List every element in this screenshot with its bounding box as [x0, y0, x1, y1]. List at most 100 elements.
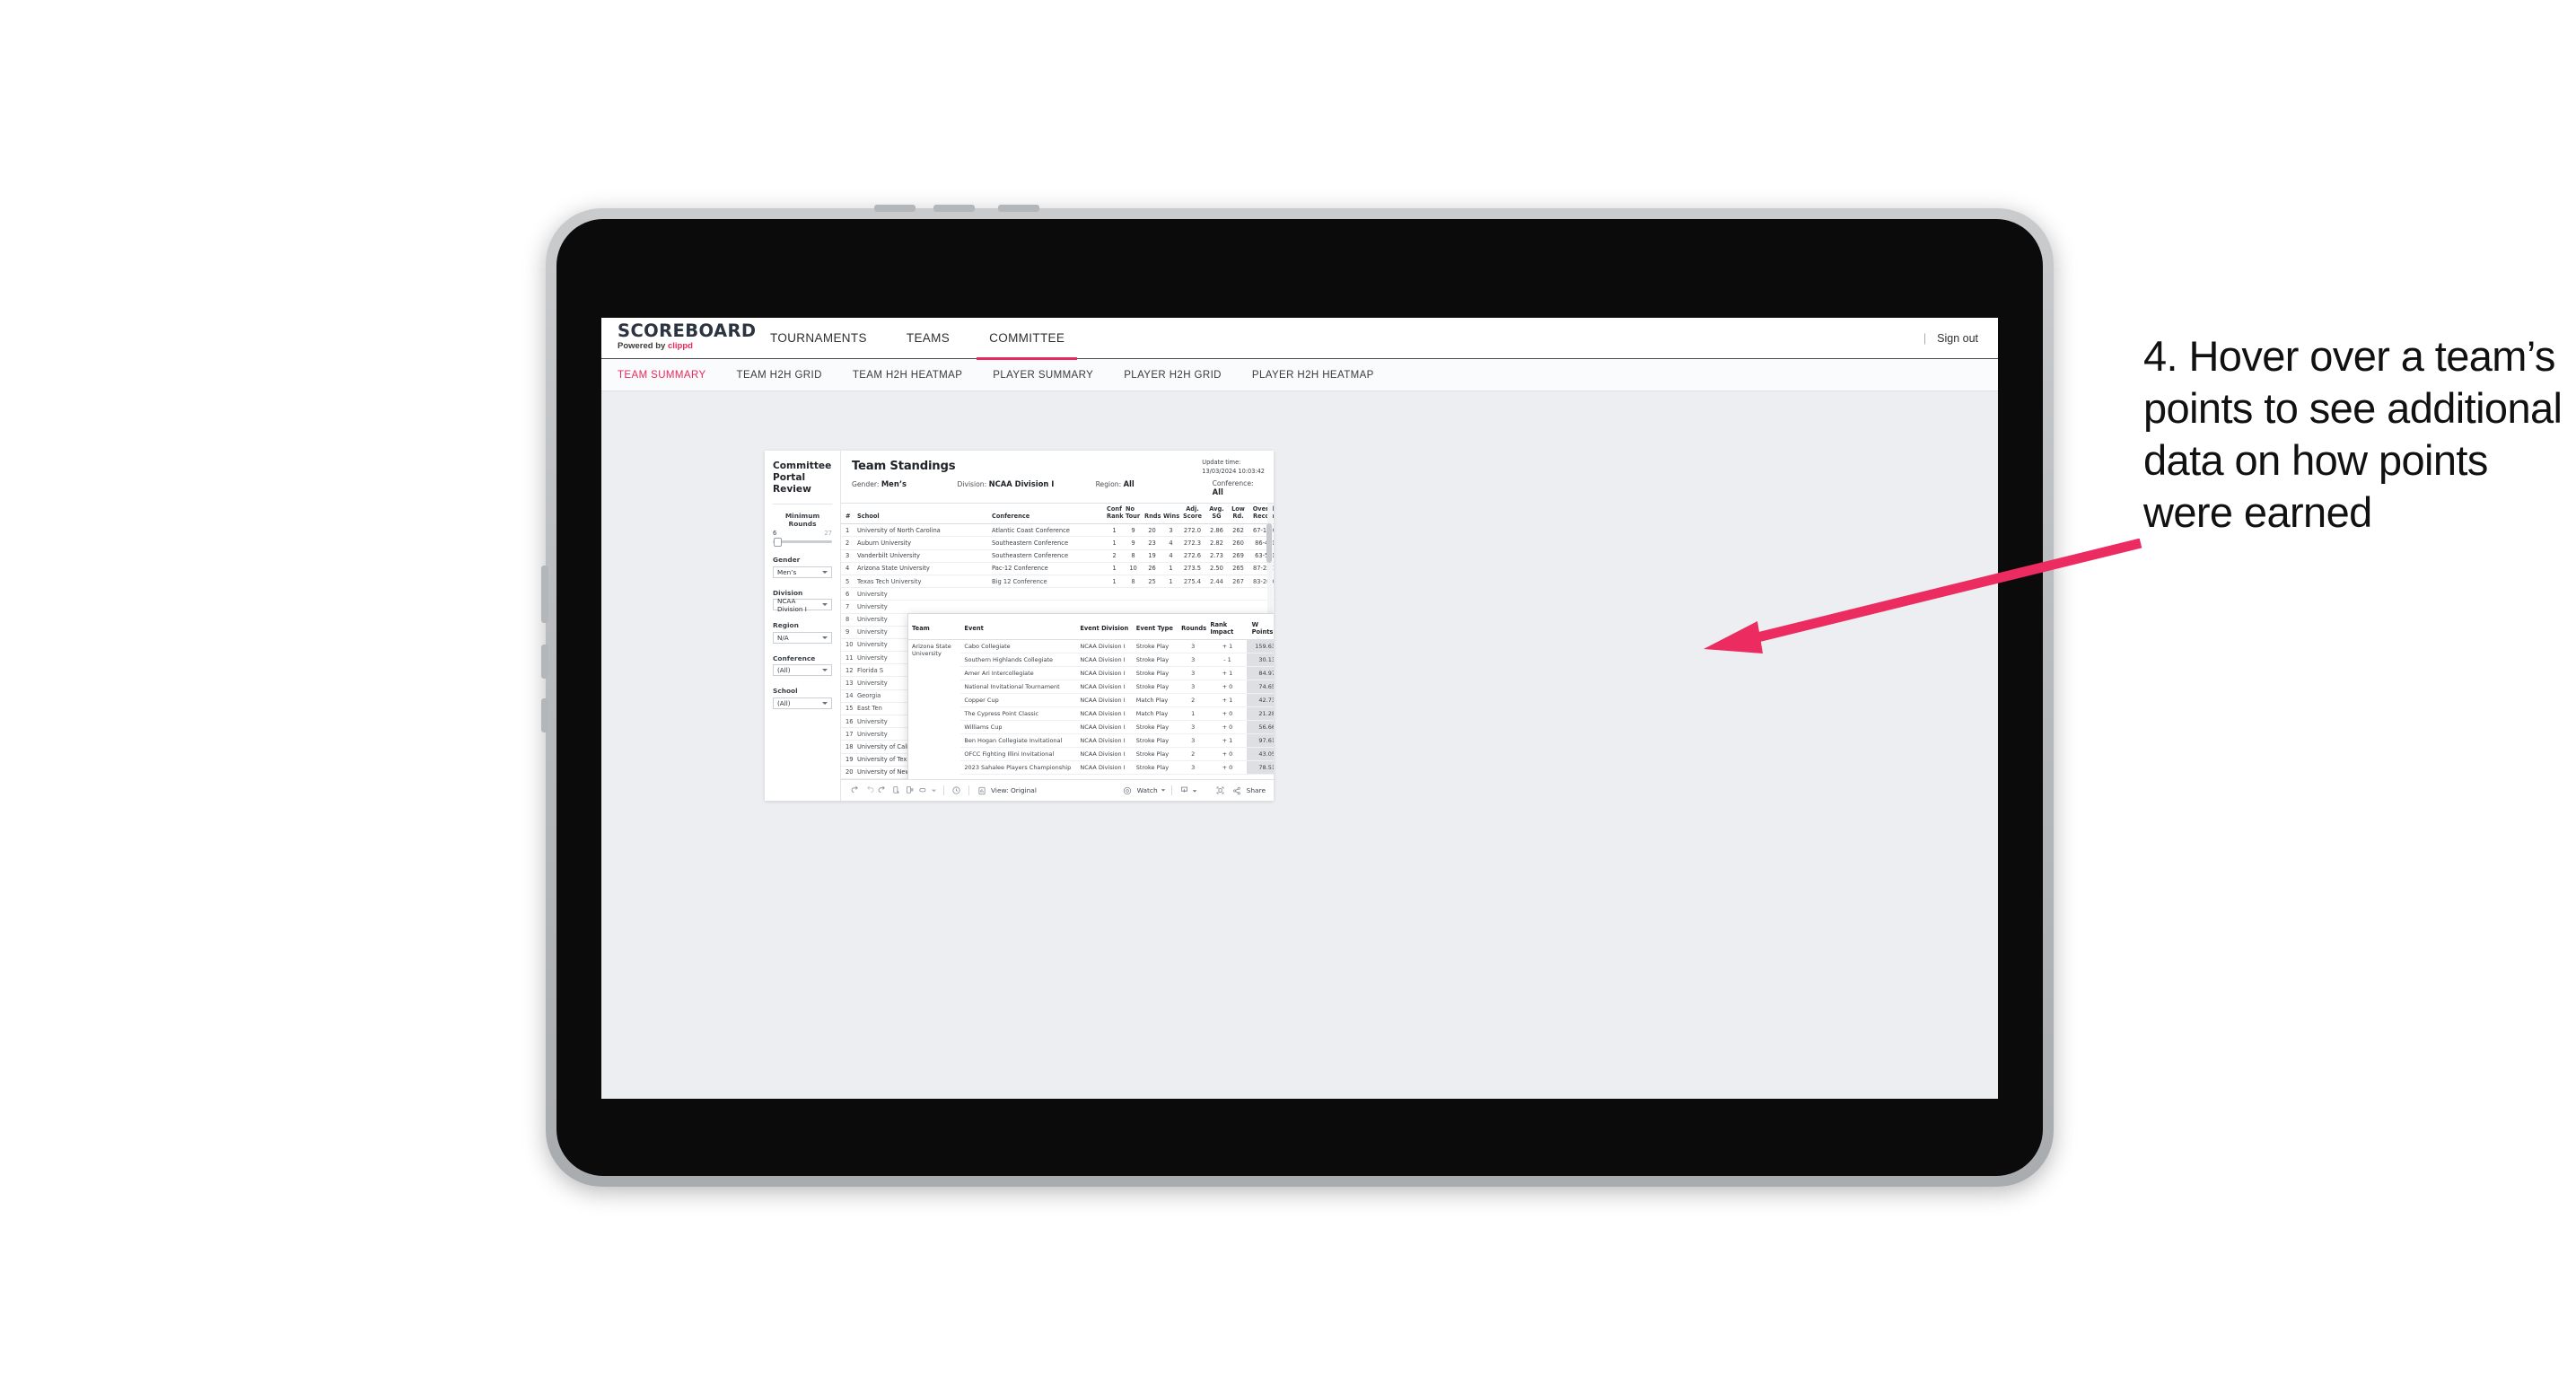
- nav-item-tournaments[interactable]: TOURNAMENTS: [750, 318, 887, 358]
- dashboard-card: Committee Portal Review Minimum Rounds 6…: [765, 451, 1274, 801]
- device-button-side-3[interactable]: [541, 698, 548, 732]
- toolbar-divider-4: [1205, 785, 1208, 795]
- table-row[interactable]: 1 University of North Carolina Atlantic Co…: [841, 523, 1274, 538]
- summary-region-key: Region:: [1095, 480, 1122, 488]
- row-rank: 17: [841, 727, 855, 741]
- filter-division: Division NCAA Division I: [773, 589, 832, 613]
- device-button-top-1[interactable]: [874, 205, 916, 212]
- share-button[interactable]: Share: [1231, 784, 1266, 797]
- col-no-tour[interactable]: No Tour: [1124, 504, 1143, 525]
- fullscreen-icon[interactable]: [1214, 784, 1227, 797]
- tooltip-rank-impact-cell: + 1: [1206, 639, 1247, 654]
- row-low-rd: 262: [1229, 523, 1248, 538]
- history-icon[interactable]: [950, 784, 963, 797]
- tab-team-h2h-heatmap[interactable]: TEAM H2H HEATMAP: [853, 370, 962, 381]
- tooltip-event-cell: 2023 Sahalee Players Championship: [960, 760, 1077, 775]
- tab-team-h2h-grid[interactable]: TEAM H2H GRID: [737, 370, 822, 381]
- pause-icon[interactable]: [903, 784, 916, 797]
- col-conference[interactable]: Conference: [990, 504, 1105, 525]
- device-button-side-2[interactable]: [541, 645, 548, 679]
- filter-school-select[interactable]: (All): [773, 697, 832, 709]
- slider-range-values: 6 27: [773, 530, 832, 537]
- tag-icon[interactable]: [916, 784, 930, 797]
- col-rank[interactable]: #: [841, 504, 855, 525]
- tab-team-summary[interactable]: TEAM SUMMARY: [618, 370, 706, 381]
- row-adj-score: 272.6: [1180, 549, 1205, 563]
- refresh-data-icon[interactable]: [889, 784, 903, 797]
- tooltip-rank-impact-cell: + 0: [1206, 760, 1247, 775]
- col-conf-rank[interactable]: Conf Rank: [1105, 504, 1124, 525]
- undo-icon[interactable]: [849, 784, 863, 797]
- nav-item-teams[interactable]: TEAMS: [887, 318, 969, 358]
- tab-player-h2h-grid[interactable]: PLAYER H2H GRID: [1124, 370, 1222, 381]
- download-icon[interactable]: [1178, 784, 1191, 797]
- row-low-rd: 267: [1229, 575, 1248, 589]
- table-row[interactable]: 2 Auburn University Southeastern Conferenc…: [841, 536, 1274, 550]
- tooltip-rounds-cell: 3: [1178, 733, 1207, 748]
- col-avg-sg[interactable]: Avg. SG: [1205, 504, 1229, 525]
- row-conf-rank: 1: [1105, 523, 1124, 538]
- row-no-tour: [1124, 587, 1143, 601]
- tooltip-event-division-cell: NCAA Division I: [1076, 653, 1133, 667]
- chevron-down-icon: [822, 636, 828, 639]
- dashboard-content-area: Committee Portal Review Minimum Rounds 6…: [601, 391, 1998, 1099]
- table-row[interactable]: 4 Arizona State University Pac-12 Conferen…: [841, 562, 1274, 575]
- view-original-button[interactable]: View: Original: [975, 784, 1037, 797]
- row-conf-rank: 2: [1105, 549, 1124, 563]
- nav-item-committee[interactable]: COMMITTEE: [969, 318, 1084, 360]
- tooltip-event-division-cell: NCAA Division I: [1076, 666, 1133, 680]
- col-wins[interactable]: Wins: [1161, 504, 1180, 525]
- summary-gender: Gender: Men’s: [852, 479, 958, 496]
- col-adj-score[interactable]: Adj. Score: [1180, 504, 1205, 525]
- summary-region-value: All: [1123, 479, 1135, 488]
- revert-icon[interactable]: [876, 784, 889, 797]
- device-button-top-2[interactable]: [933, 205, 975, 212]
- slider-track[interactable]: [773, 537, 832, 547]
- col-school[interactable]: School: [855, 504, 990, 525]
- view-original-icon: [975, 784, 988, 797]
- col-low-rd[interactable]: Low Rd.: [1229, 504, 1248, 525]
- col-rnds[interactable]: Rnds: [1143, 504, 1161, 525]
- table-scrollbar-thumb[interactable]: [1266, 523, 1272, 563]
- row-adj-score: 275.4: [1180, 575, 1205, 589]
- tooltip-rank-impact-cell: + 0: [1206, 680, 1247, 694]
- row-rank: 20: [841, 766, 855, 779]
- watch-icon: [1121, 784, 1135, 797]
- tooltip-event-cell: Amer Ari Intercollegiate: [960, 666, 1077, 680]
- filter-division-value: NCAA Division I: [777, 596, 807, 613]
- tab-player-summary[interactable]: PLAYER SUMMARY: [993, 370, 1093, 381]
- browser-viewport: SCOREBOARD Powered by clippd TOURNAMENTS…: [601, 318, 1998, 1099]
- watch-caret-icon: [1161, 786, 1166, 794]
- brand-logo[interactable]: SCOREBOARD Powered by clippd: [601, 318, 756, 358]
- download-caret-icon[interactable]: [1191, 784, 1199, 797]
- device-button-side-1[interactable]: [541, 566, 548, 623]
- tab-player-h2h-heatmap[interactable]: PLAYER H2H HEATMAP: [1252, 370, 1374, 381]
- row-no-tour: 10: [1124, 562, 1143, 575]
- tooltip-rank-impact-cell: - 1: [1206, 653, 1247, 667]
- tooltip-w-points-cell: 78.51: [1246, 760, 1274, 775]
- watch-button[interactable]: Watch: [1121, 784, 1166, 797]
- table-row[interactable]: 3 Vanderbilt University Southeastern Confe…: [841, 549, 1274, 563]
- signout-link[interactable]: Sign out: [1937, 332, 1978, 345]
- row-rank: 14: [841, 689, 855, 703]
- table-row[interactable]: 5 Texas Tech University Big 12 Conference 1…: [841, 575, 1274, 589]
- filter-gender-select[interactable]: Men’s: [773, 566, 832, 578]
- filter-conference-label: Conference: [773, 654, 816, 662]
- row-avg-sg: [1205, 600, 1229, 614]
- row-rank: 19: [841, 753, 855, 767]
- filter-region-select[interactable]: N/A: [773, 631, 832, 644]
- tooltip-event-cell: Southern Highlands Collegiate: [960, 653, 1077, 667]
- tooltip-event-division-cell: NCAA Division I: [1076, 706, 1133, 721]
- dropdown-caret-icon[interactable]: [930, 784, 938, 797]
- table-row[interactable]: 7 University: [841, 600, 1274, 614]
- filter-conference-select[interactable]: (All): [773, 664, 832, 676]
- table-row[interactable]: 6 University: [841, 587, 1274, 601]
- filter-summary-line: Gender: Men’s Division: NCAA Division I …: [852, 479, 1265, 496]
- device-button-top-3[interactable]: [998, 205, 1039, 212]
- row-wins: 3: [1161, 523, 1180, 538]
- filter-division-select[interactable]: NCAA Division I: [773, 596, 832, 613]
- slider-handle[interactable]: [774, 537, 782, 547]
- row-conference: Southeastern Conference: [990, 549, 1105, 563]
- tooltip-rounds-cell: 3: [1178, 653, 1207, 667]
- redo-icon[interactable]: [863, 784, 876, 797]
